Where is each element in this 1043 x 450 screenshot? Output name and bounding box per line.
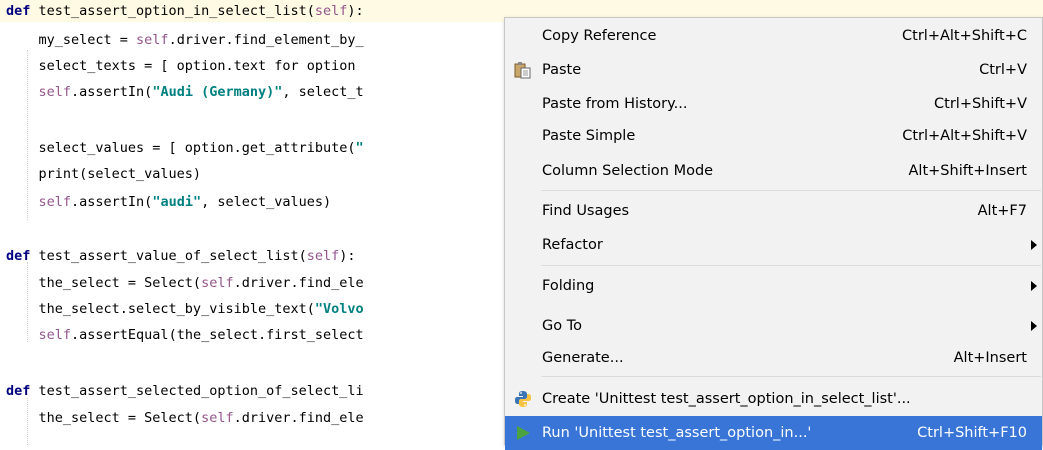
self-token: self <box>38 194 72 210</box>
code-line[interactable]: def test_assert_value_of_select_list(sel… <box>0 245 356 267</box>
code-token: print(select_values) <box>6 166 202 182</box>
context-menu: Copy Reference Ctrl+Alt+Shift+C Paste Ctrl+… <box>504 17 1043 450</box>
menu-item-label: Paste from History... <box>542 96 688 112</box>
submenu-arrow-icon <box>1031 281 1037 291</box>
menu-item-label: Refactor <box>542 237 603 253</box>
code-token: select_values = [ option.get_attribute( <box>6 140 356 156</box>
string-token: "audi" <box>152 194 202 210</box>
self-token: self <box>306 248 340 264</box>
string-token: " <box>355 140 364 156</box>
menu-item-shortcut: Ctrl+Shift+V <box>934 96 1027 112</box>
menu-item-label: Paste <box>542 62 582 78</box>
paste-simple-item[interactable]: Paste Simple Ctrl+Alt+Shift+V <box>505 119 1042 153</box>
string-token: "Audi (Germany)" <box>152 84 283 100</box>
keyword-token: def <box>6 248 39 264</box>
code-token: the_select.select_by_visible_text( <box>6 301 315 317</box>
self-token: self <box>201 275 234 291</box>
code-line[interactable]: self.assertIn("audi", select_values) <box>0 191 332 213</box>
code-line[interactable] <box>0 350 6 372</box>
code-line[interactable]: def test_assert_selected_option_of_selec… <box>0 380 364 402</box>
code-token: .assertIn( <box>71 194 153 210</box>
column-selection-mode-item[interactable]: Column Selection Mode Alt+Shift+Insert <box>505 154 1042 188</box>
code-token: test_assert_option_in_select_list( <box>38 3 315 19</box>
menu-item-label: Column Selection Mode <box>542 163 714 179</box>
generate-item[interactable]: Generate... Alt+Insert <box>505 341 1042 375</box>
keyword-token: def <box>6 3 39 19</box>
code-line[interactable]: the_select.select_by_visible_text("Volvo <box>0 298 364 320</box>
code-token: ): <box>339 248 356 264</box>
keyword-token: def <box>6 383 39 399</box>
code-token: , select_t <box>282 84 364 100</box>
refactor-item[interactable]: Refactor <box>505 228 1042 262</box>
menu-item-shortcut: Alt+F7 <box>977 203 1027 219</box>
self-token: self <box>314 3 348 19</box>
code-line[interactable]: self.assertEqual(the_select.first_select <box>0 324 364 346</box>
go-to-item[interactable]: Go To <box>505 309 1042 343</box>
submenu-arrow-icon <box>1031 321 1037 331</box>
menu-item-label: Folding <box>542 278 595 294</box>
self-token: self <box>38 84 72 100</box>
self-token: self <box>38 327 72 343</box>
code-line[interactable] <box>0 217 6 239</box>
menu-item-shortcut: Alt+Shift+Insert <box>908 163 1027 179</box>
code-token: the_select = Select( <box>6 410 202 426</box>
menu-separator <box>541 376 1041 377</box>
code-token: test_assert_selected_option_of_select_li <box>38 383 364 399</box>
code-line[interactable]: the_select = Select(self.driver.find_ele <box>0 272 364 294</box>
menu-item-shortcut: Ctrl+Alt+Shift+V <box>902 128 1027 144</box>
paste-from-history-item[interactable]: Paste from History... Ctrl+Shift+V <box>505 87 1042 121</box>
menu-item-label: Copy Reference <box>542 28 657 44</box>
create-unittest-item[interactable]: Create 'Unittest test_assert_option_in_s… <box>505 382 1042 416</box>
menu-item-label: Paste Simple <box>542 128 636 144</box>
code-line[interactable]: select_values = [ option.get_attribute(" <box>0 137 364 159</box>
paste-item[interactable]: Paste Ctrl+V <box>505 53 1042 87</box>
string-token: "Volvo <box>314 301 364 317</box>
code-line[interactable]: the_select = Select(self.driver.find_ele <box>0 407 364 429</box>
paste-icon <box>514 61 532 79</box>
menu-separator <box>541 190 1041 191</box>
code-token: .driver.find_ele <box>233 410 364 426</box>
code-line[interactable]: select_texts = [ option.text for option <box>0 55 364 77</box>
code-token: the_select = Select( <box>6 275 202 291</box>
code-line[interactable] <box>0 107 6 129</box>
code-line[interactable]: print(select_values) <box>0 163 202 185</box>
code-token: , select_values) <box>201 194 332 210</box>
self-token: self <box>201 410 234 426</box>
menu-item-label: Find Usages <box>542 203 630 219</box>
menu-item-shortcut: Ctrl+Alt+Shift+C <box>902 28 1027 44</box>
code-line[interactable]: self.assertIn("Audi (Germany)", select_t <box>0 81 364 103</box>
menu-separator <box>541 265 1041 266</box>
code-line[interactable]: my_select = self.driver.find_element_by_ <box>0 29 364 51</box>
code-token: .assertEqual(the_select.first_select <box>71 327 364 343</box>
find-usages-item[interactable]: Find Usages Alt+F7 <box>505 194 1042 228</box>
folding-item[interactable]: Folding <box>505 269 1042 303</box>
submenu-arrow-icon <box>1031 240 1037 250</box>
code-token: my_select = <box>6 32 137 48</box>
menu-item-label: Create 'Unittest test_assert_option_in_s… <box>542 391 911 407</box>
code-token: select_texts = [ option.text for option <box>6 58 364 74</box>
python-icon <box>514 390 532 408</box>
code-token: ): <box>347 3 364 19</box>
code-token: .driver.find_ele <box>233 275 364 291</box>
code-token: .driver.find_element_by_ <box>168 32 364 48</box>
copy-reference-item[interactable]: Copy Reference Ctrl+Alt+Shift+C <box>505 19 1042 53</box>
code-token: .assertIn( <box>71 84 153 100</box>
run-icon <box>514 424 532 442</box>
code-token: test_assert_value_of_select_list( <box>38 248 307 264</box>
menu-item-shortcut: Ctrl+V <box>979 62 1027 78</box>
menu-item-label: Generate... <box>542 350 624 366</box>
menu-item-shortcut: Alt+Insert <box>953 350 1027 366</box>
self-token: self <box>136 32 169 48</box>
menu-item-label: Go To <box>542 318 582 334</box>
